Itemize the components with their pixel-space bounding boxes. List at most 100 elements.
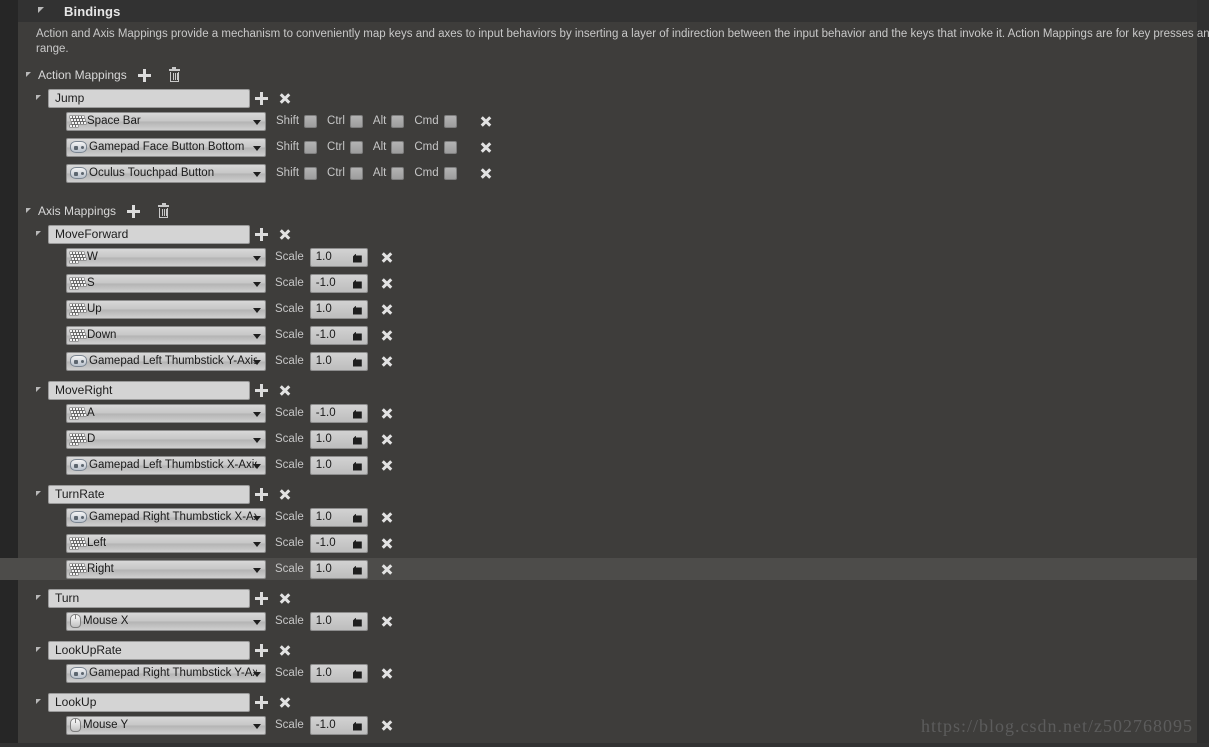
scale-input[interactable]: 1.0	[309, 611, 368, 631]
plus-icon[interactable]	[255, 91, 268, 105]
cross-icon[interactable]	[380, 355, 393, 368]
modifier-checkbox-alt[interactable]	[391, 114, 405, 128]
mapping-name-input[interactable]: LookUp	[48, 692, 250, 712]
cross-icon[interactable]	[380, 563, 393, 576]
modifier-checkbox-ctrl[interactable]	[349, 166, 363, 180]
chevron-down-icon[interactable]	[253, 119, 261, 125]
cross-icon[interactable]	[278, 384, 291, 397]
cross-icon[interactable]	[380, 251, 393, 264]
scale-input[interactable]: 1.0	[309, 351, 368, 371]
cross-icon[interactable]	[278, 228, 291, 241]
scale-input[interactable]: -1.0	[309, 533, 368, 553]
chevron-down-icon[interactable]	[253, 437, 261, 443]
chevron-down-icon[interactable]	[253, 281, 261, 287]
cross-icon[interactable]	[278, 592, 291, 605]
triangle-expanded-icon[interactable]	[36, 594, 41, 600]
bindings-header[interactable]: Bindings	[18, 0, 1197, 22]
key-selector-dropdown[interactable]: Right	[66, 559, 266, 579]
plus-icon[interactable]	[255, 383, 268, 397]
scale-input[interactable]: 1.0	[309, 507, 368, 527]
key-selector-dropdown[interactable]: Space Bar	[66, 111, 266, 131]
key-selector-dropdown[interactable]: Mouse X	[66, 611, 266, 631]
modifier-checkbox-shift[interactable]	[304, 166, 318, 180]
key-selector-dropdown[interactable]: Gamepad Right Thumbstick Y-Axis	[66, 663, 266, 683]
plus-icon[interactable]	[137, 68, 151, 82]
chevron-down-icon[interactable]	[253, 671, 261, 677]
chevron-down-icon[interactable]	[253, 359, 261, 365]
spinner-drag-handle-icon[interactable]	[353, 462, 362, 471]
cross-icon[interactable]	[380, 277, 393, 290]
modifier-checkbox-alt[interactable]	[391, 166, 405, 180]
mapping-name-input[interactable]: TurnRate	[48, 484, 250, 504]
cross-icon[interactable]	[278, 488, 291, 501]
key-selector-dropdown[interactable]: S	[66, 273, 266, 293]
modifier-checkbox-cmd[interactable]	[443, 166, 457, 180]
modifier-checkbox-shift[interactable]	[304, 140, 318, 154]
key-selector-dropdown[interactable]: Down	[66, 325, 266, 345]
chevron-down-icon[interactable]	[253, 411, 261, 417]
plus-icon[interactable]	[255, 695, 268, 709]
spinner-drag-handle-icon[interactable]	[353, 514, 362, 523]
chevron-down-icon[interactable]	[253, 619, 261, 625]
modifier-checkbox-alt[interactable]	[391, 140, 405, 154]
spinner-drag-handle-icon[interactable]	[353, 670, 362, 679]
cross-icon[interactable]	[380, 719, 393, 732]
mapping-name-input[interactable]: MoveForward	[48, 224, 250, 244]
spinner-drag-handle-icon[interactable]	[353, 566, 362, 575]
chevron-down-icon[interactable]	[253, 567, 261, 573]
spinner-drag-handle-icon[interactable]	[353, 306, 362, 315]
cross-icon[interactable]	[380, 303, 393, 316]
cross-icon[interactable]	[380, 511, 393, 524]
spinner-drag-handle-icon[interactable]	[353, 436, 362, 445]
trash-icon[interactable]	[158, 202, 170, 218]
scale-input[interactable]: 1.0	[309, 247, 368, 267]
modifier-checkbox-ctrl[interactable]	[349, 114, 363, 128]
modifier-checkbox-cmd[interactable]	[443, 114, 457, 128]
key-selector-dropdown[interactable]: A	[66, 403, 266, 423]
key-selector-dropdown[interactable]: Gamepad Right Thumbstick X-Axis	[66, 507, 266, 527]
spinner-drag-handle-icon[interactable]	[353, 618, 362, 627]
spinner-drag-handle-icon[interactable]	[353, 722, 362, 731]
key-selector-dropdown[interactable]: Gamepad Left Thumbstick Y-Axis	[66, 351, 266, 371]
key-selector-dropdown[interactable]: Mouse Y	[66, 715, 266, 735]
spinner-drag-handle-icon[interactable]	[353, 332, 362, 341]
triangle-expanded-icon[interactable]	[36, 94, 41, 100]
section-header-axis[interactable]: Axis Mappings	[26, 202, 170, 220]
triangle-expanded-icon[interactable]	[36, 230, 41, 236]
scale-input[interactable]: -1.0	[309, 273, 368, 293]
mapping-name-input[interactable]: LookUpRate	[48, 640, 250, 660]
key-selector-dropdown[interactable]: Gamepad Face Button Bottom	[66, 137, 266, 157]
key-selector-dropdown[interactable]: Up	[66, 299, 266, 319]
modifier-checkbox-shift[interactable]	[304, 114, 318, 128]
chevron-down-icon[interactable]	[253, 145, 261, 151]
scale-input[interactable]: -1.0	[309, 715, 368, 735]
triangle-expanded-icon[interactable]	[26, 71, 31, 77]
chevron-down-icon[interactable]	[253, 171, 261, 177]
triangle-expanded-icon[interactable]	[36, 490, 41, 496]
cross-icon[interactable]	[479, 115, 492, 128]
trash-icon[interactable]	[168, 66, 180, 82]
cross-icon[interactable]	[278, 696, 291, 709]
plus-icon[interactable]	[255, 227, 268, 241]
spinner-drag-handle-icon[interactable]	[353, 540, 362, 549]
mapping-name-input[interactable]: Turn	[48, 588, 250, 608]
triangle-expanded-icon[interactable]	[26, 207, 31, 213]
scale-input[interactable]: -1.0	[309, 325, 368, 345]
cross-icon[interactable]	[380, 667, 393, 680]
scale-input[interactable]: 1.0	[309, 429, 368, 449]
chevron-down-icon[interactable]	[253, 307, 261, 313]
plus-icon[interactable]	[255, 487, 268, 501]
chevron-down-icon[interactable]	[253, 463, 261, 469]
spinner-drag-handle-icon[interactable]	[353, 358, 362, 367]
plus-icon[interactable]	[255, 643, 268, 657]
cross-icon[interactable]	[380, 329, 393, 342]
scale-input[interactable]: -1.0	[309, 403, 368, 423]
chevron-down-icon[interactable]	[253, 333, 261, 339]
triangle-expanded-icon[interactable]	[36, 386, 41, 392]
scale-input[interactable]: 1.0	[309, 455, 368, 475]
triangle-expanded-icon[interactable]	[38, 7, 44, 13]
triangle-expanded-icon[interactable]	[36, 698, 41, 704]
cross-icon[interactable]	[278, 92, 291, 105]
section-header-action[interactable]: Action Mappings	[26, 66, 180, 84]
spinner-drag-handle-icon[interactable]	[353, 410, 362, 419]
